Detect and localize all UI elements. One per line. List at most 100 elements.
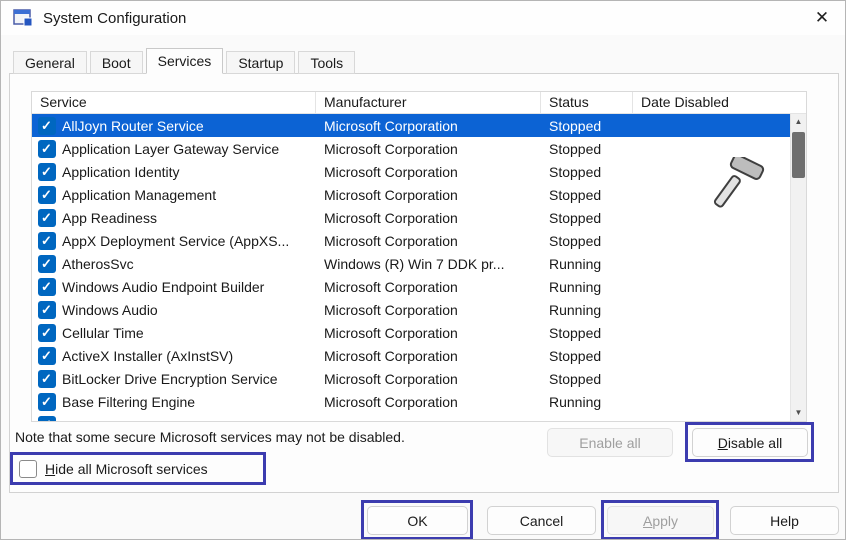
titlebar: System Configuration ✕ — [1, 1, 845, 35]
tab-startup[interactable]: Startup — [226, 51, 295, 74]
service-checkbox[interactable] — [38, 370, 56, 388]
cell-manufacturer: Microsoft Corporation — [316, 279, 541, 295]
hide-microsoft-services-label[interactable]: Hide all Microsoft services — [45, 461, 208, 477]
hide-microsoft-services-checkbox[interactable] — [19, 460, 37, 478]
cell-status: Stopped — [541, 233, 633, 249]
cell-manufacturer: Microsoft Corporation — [316, 371, 541, 387]
enable-all-button[interactable]: Enable all — [547, 428, 673, 457]
cell-service: Windows Audio Endpoint Builder — [62, 279, 316, 295]
table-row[interactable]: AllJoyn Router Service Microsoft Corpora… — [32, 114, 790, 137]
scrollbar-thumb[interactable] — [792, 132, 805, 178]
table-row[interactable]: App Readiness Microsoft Corporation Stop… — [32, 206, 790, 229]
scroll-up-icon[interactable]: ▲ — [791, 114, 806, 130]
cell-status: Running — [541, 302, 633, 318]
cell-service: App Readiness — [62, 210, 316, 226]
column-header-date-disabled[interactable]: Date Disabled — [633, 92, 806, 113]
cell-service: Application Identity — [62, 164, 316, 180]
cell-manufacturer: Microsoft Corporation — [316, 164, 541, 180]
apply-button[interactable]: Apply — [607, 506, 714, 535]
tab-strip: General Boot Services Startup Tools — [13, 48, 358, 74]
table-row[interactable]: AtherosSvc Windows (R) Win 7 DDK pr... R… — [32, 252, 790, 275]
table-row[interactable]: Application Layer Gateway Service Micros… — [32, 137, 790, 160]
table-row[interactable]: Windows Audio Endpoint Builder Microsoft… — [32, 275, 790, 298]
service-checkbox[interactable] — [38, 278, 56, 296]
cell-manufacturer: Microsoft Corporation — [316, 325, 541, 341]
service-checkbox[interactable] — [38, 186, 56, 204]
cell-status: Stopped — [541, 210, 633, 226]
cancel-button[interactable]: Cancel — [487, 506, 596, 535]
cell-status: Running — [541, 394, 633, 410]
table-header: Service Manufacturer Status Date Disable… — [32, 92, 806, 114]
table-row[interactable]: BitLocker Drive Encryption Service Micro… — [32, 367, 790, 390]
table-row[interactable]: Base Filtering Engine Microsoft Corporat… — [32, 390, 790, 413]
cell-manufacturer: Microsoft Corporation — [316, 210, 541, 226]
close-icon[interactable]: ✕ — [799, 1, 845, 34]
table-row[interactable]: ActiveX Installer (AxInstSV) Microsoft C… — [32, 344, 790, 367]
cell-manufacturer: Microsoft Corporation — [316, 141, 541, 157]
cell-manufacturer: Windows (R) Win 7 DDK pr... — [316, 256, 541, 272]
column-header-service[interactable]: Service — [32, 92, 316, 113]
service-checkbox[interactable] — [38, 393, 56, 411]
cell-service: ActiveX Installer (AxInstSV) — [62, 348, 316, 364]
column-header-manufacturer[interactable]: Manufacturer — [316, 92, 541, 113]
cell-status: Stopped — [541, 371, 633, 387]
cell-manufacturer: Microsoft Corporation — [316, 118, 541, 134]
table-row[interactable]: Application Identity Microsoft Corporati… — [32, 160, 790, 183]
service-checkbox[interactable] — [38, 163, 56, 181]
table-row[interactable]: Application Management Microsoft Corpora… — [32, 183, 790, 206]
cell-manufacturer: Microsoft Corporation — [316, 394, 541, 410]
cell-status: Stopped — [541, 325, 633, 341]
window-title: System Configuration — [43, 10, 186, 27]
service-checkbox[interactable] — [38, 232, 56, 250]
cell-service: AllJoyn Router Service — [62, 118, 316, 134]
table-row[interactable]: Windows Audio Microsoft Corporation Runn… — [32, 298, 790, 321]
app-icon — [13, 8, 33, 28]
service-list: AllJoyn Router Service Microsoft Corpora… — [32, 114, 790, 421]
disable-all-button[interactable]: Disable all — [692, 428, 808, 457]
cell-service: Base Filtering Engine — [62, 394, 316, 410]
vertical-scrollbar[interactable]: ▲ ▼ — [790, 114, 806, 421]
cell-service: AppX Deployment Service (AppXS... — [62, 233, 316, 249]
ok-button[interactable]: OK — [367, 506, 468, 535]
table-row-partial[interactable] — [32, 413, 790, 421]
service-checkbox[interactable] — [38, 140, 56, 158]
cell-status: Running — [541, 256, 633, 272]
cell-service: Windows Audio — [62, 302, 316, 318]
cell-service: Application Management — [62, 187, 316, 203]
cell-manufacturer: Microsoft Corporation — [316, 187, 541, 203]
cell-status: Stopped — [541, 348, 633, 364]
cell-status: Running — [541, 279, 633, 295]
service-checkbox[interactable] — [38, 117, 56, 135]
tab-tools[interactable]: Tools — [298, 51, 355, 74]
table-row[interactable]: AppX Deployment Service (AppXS... Micros… — [32, 229, 790, 252]
note-text: Note that some secure Microsoft services… — [15, 429, 405, 445]
scroll-down-icon[interactable]: ▼ — [791, 405, 806, 421]
cell-manufacturer: Microsoft Corporation — [316, 302, 541, 318]
tab-boot[interactable]: Boot — [90, 51, 143, 74]
hammer-cursor-icon — [709, 157, 769, 211]
hide-microsoft-services-row[interactable]: Hide all Microsoft services — [19, 460, 208, 478]
cell-service: Application Layer Gateway Service — [62, 141, 316, 157]
cell-status: Stopped — [541, 141, 633, 157]
cell-manufacturer: Microsoft Corporation — [316, 233, 541, 249]
column-header-status[interactable]: Status — [541, 92, 633, 113]
service-checkbox[interactable] — [38, 301, 56, 319]
service-checkbox[interactable] — [38, 347, 56, 365]
service-checkbox[interactable] — [38, 416, 56, 422]
tab-general[interactable]: General — [13, 51, 87, 74]
service-table: Service Manufacturer Status Date Disable… — [31, 91, 807, 422]
help-button[interactable]: Help — [730, 506, 839, 535]
cell-status: Stopped — [541, 164, 633, 180]
service-checkbox[interactable] — [38, 255, 56, 273]
cell-status: Stopped — [541, 118, 633, 134]
cell-status: Stopped — [541, 187, 633, 203]
cell-service: BitLocker Drive Encryption Service — [62, 371, 316, 387]
table-row[interactable]: Cellular Time Microsoft Corporation Stop… — [32, 321, 790, 344]
service-checkbox[interactable] — [38, 209, 56, 227]
service-checkbox[interactable] — [38, 324, 56, 342]
cell-service: AtherosSvc — [62, 256, 316, 272]
cell-manufacturer: Microsoft Corporation — [316, 348, 541, 364]
system-configuration-dialog: System Configuration ✕ General Boot Serv… — [0, 0, 846, 540]
tab-services[interactable]: Services — [146, 48, 224, 74]
cell-service: Cellular Time — [62, 325, 316, 341]
